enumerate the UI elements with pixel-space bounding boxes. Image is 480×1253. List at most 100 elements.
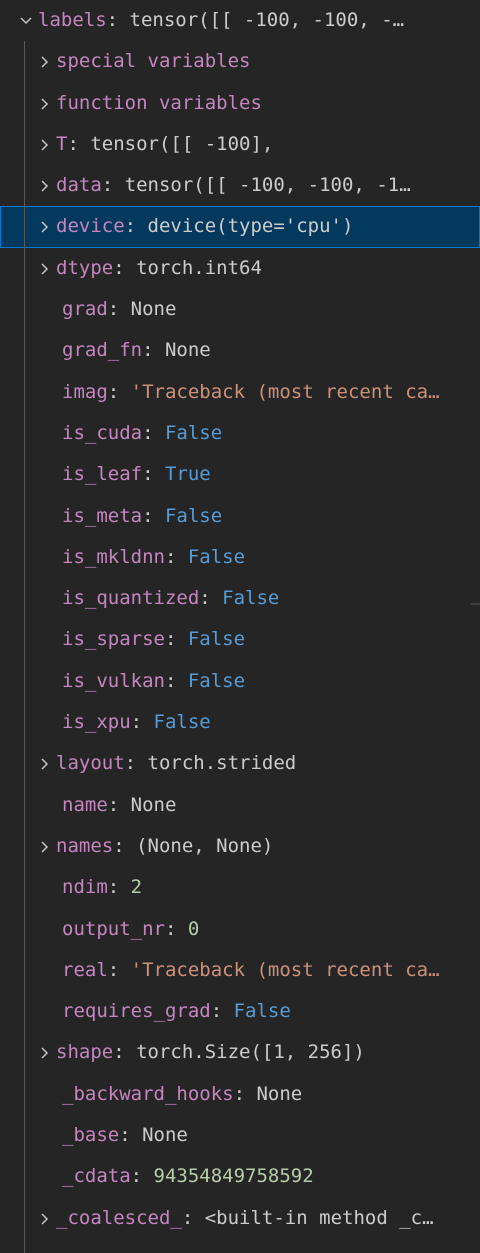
variable-name: real xyxy=(62,958,108,981)
separator: : xyxy=(130,1165,154,1188)
variable-name: layout xyxy=(56,752,125,775)
variable-name: output_nr xyxy=(62,917,165,940)
chevron-right-icon[interactable] xyxy=(34,124,56,165)
variables-tree: labels: tensor([[ -100, -100, -… special… xyxy=(0,0,480,1239)
separator: : xyxy=(119,1124,143,1147)
variable-name: grad xyxy=(62,298,108,321)
separator: : xyxy=(107,380,131,403)
chevron-right-icon[interactable] xyxy=(34,1198,56,1239)
variable-value: None xyxy=(130,793,177,816)
tree-row-name[interactable]: name: None xyxy=(0,785,480,826)
tree-row-imag[interactable]: imag: 'Traceback (most recent ca… xyxy=(0,372,480,413)
variable-value: False xyxy=(164,504,223,527)
separator: : xyxy=(233,1082,257,1105)
separator: : xyxy=(142,421,165,444)
chevron-right-icon[interactable] xyxy=(34,248,56,289)
separator: : xyxy=(142,463,165,486)
chevron-right-icon[interactable] xyxy=(34,743,56,784)
variable-name: is_leaf xyxy=(62,463,143,486)
tree-row-grad-fn[interactable]: grad_fn: None xyxy=(0,330,480,371)
separator: : xyxy=(164,669,188,692)
tree-row-base[interactable]: _base: None xyxy=(0,1115,480,1156)
tree-row-is-xpu[interactable]: is_xpu: False xyxy=(0,702,480,743)
variable-name: is_quantized xyxy=(62,587,200,610)
separator: : xyxy=(101,174,125,197)
variable-value: False xyxy=(233,1000,291,1023)
variable-value: False xyxy=(222,587,280,610)
tree-row-is-cuda[interactable]: is_cuda: False xyxy=(0,413,480,454)
variable-name: _backward_hooks xyxy=(62,1082,234,1105)
tree-row-dtype[interactable]: dtype: torch.int64 xyxy=(0,248,480,289)
variable-value: tensor([[ -100], xyxy=(90,132,274,155)
variable-name: imag xyxy=(62,380,108,403)
variable-name: is_meta xyxy=(62,504,143,527)
tree-row-layout[interactable]: layout: torch.strided xyxy=(0,743,480,784)
variable-name: data xyxy=(56,174,102,197)
tree-row-is-mkldnn[interactable]: is_mkldnn: False xyxy=(0,537,480,578)
tree-row-is-meta[interactable]: is_meta: False xyxy=(0,496,480,537)
variable-value: 0 xyxy=(187,917,200,940)
tree-row-t[interactable]: T: tensor([[ -100], xyxy=(0,124,480,165)
variable-value: None xyxy=(130,298,177,321)
variable-name: is_xpu xyxy=(62,711,131,734)
separator: : xyxy=(130,711,154,734)
variable-name: shape xyxy=(56,1041,114,1064)
variable-name: T xyxy=(56,132,68,155)
variable-name: special variables xyxy=(56,50,251,73)
variable-value: device(type='cpu') xyxy=(147,215,354,238)
tree-row-shape[interactable]: shape: torch.Size([1, 256]) xyxy=(0,1032,480,1073)
separator: : xyxy=(210,1000,234,1023)
variable-value: torch.strided xyxy=(147,752,297,775)
chevron-right-icon[interactable] xyxy=(34,41,56,82)
variable-value: tensor([[ -100, -100, -… xyxy=(129,9,405,31)
variable-name: dtype xyxy=(56,256,114,279)
variable-name: is_sparse xyxy=(62,628,165,651)
tree-row-backward-hooks[interactable]: _backward_hooks: None xyxy=(0,1074,480,1115)
variable-name: device xyxy=(56,215,125,238)
variable-name: _base xyxy=(62,1124,120,1147)
chevron-right-icon[interactable] xyxy=(34,1032,56,1073)
variable-name: is_cuda xyxy=(62,421,143,444)
tree-row-requires-grad[interactable]: requires_grad: False xyxy=(0,991,480,1032)
separator: : xyxy=(107,793,131,816)
separator: : xyxy=(142,504,165,527)
tree-row-cdata[interactable]: _cdata: 94354849758592 xyxy=(0,1156,480,1197)
tree-row-special-variables[interactable]: special variables xyxy=(0,41,480,82)
chevron-right-icon[interactable] xyxy=(34,826,56,867)
separator: : xyxy=(113,834,137,857)
variable-value: tensor([[ -100, -100, -1… xyxy=(124,174,411,197)
variable-value: <built-in method _c… xyxy=(204,1206,434,1229)
tree-row-is-sparse[interactable]: is_sparse: False xyxy=(0,619,480,660)
chevron-right-icon[interactable] xyxy=(34,206,56,247)
tree-row-labels[interactable]: labels: tensor([[ -100, -100, -… xyxy=(0,0,480,41)
tree-row-is-vulkan[interactable]: is_vulkan: False xyxy=(0,661,480,702)
chevron-right-icon[interactable] xyxy=(34,83,56,124)
tree-row-data[interactable]: data: tensor([[ -100, -100, -1… xyxy=(0,165,480,206)
tree-row-function-variables[interactable]: function variables xyxy=(0,83,480,124)
separator: : xyxy=(106,9,130,31)
chevron-right-icon[interactable] xyxy=(34,165,56,206)
variable-value: 2 xyxy=(130,876,143,899)
separator: : xyxy=(124,215,148,238)
scrollbar-marker[interactable] xyxy=(470,603,480,605)
tree-row-names[interactable]: names: (None, None) xyxy=(0,826,480,867)
separator: : xyxy=(164,917,188,940)
chevron-down-icon[interactable] xyxy=(16,0,38,41)
tree-row-grad[interactable]: grad: None xyxy=(0,289,480,330)
tree-row-is-quantized[interactable]: is_quantized: False xyxy=(0,578,480,619)
tree-row-device[interactable]: device: device(type='cpu') xyxy=(0,206,480,248)
variable-name: function variables xyxy=(56,91,262,114)
tree-row-is-leaf[interactable]: is_leaf: True xyxy=(0,454,480,495)
variable-value: 'Traceback (most recent ca… xyxy=(130,958,440,981)
tree-row-real[interactable]: real: 'Traceback (most recent ca… xyxy=(0,950,480,991)
separator: : xyxy=(67,132,91,155)
separator: : xyxy=(164,545,188,568)
tree-row-coalesced[interactable]: _coalesced_: <built-in method _c… xyxy=(0,1198,480,1239)
separator: : xyxy=(142,339,165,362)
separator: : xyxy=(113,256,137,279)
tree-row-ndim[interactable]: ndim: 2 xyxy=(0,867,480,908)
separator: : xyxy=(113,1041,137,1064)
variable-value: 'Traceback (most recent ca… xyxy=(130,380,440,403)
tree-row-output-nr[interactable]: output_nr: 0 xyxy=(0,909,480,950)
variable-value: False xyxy=(187,669,246,692)
